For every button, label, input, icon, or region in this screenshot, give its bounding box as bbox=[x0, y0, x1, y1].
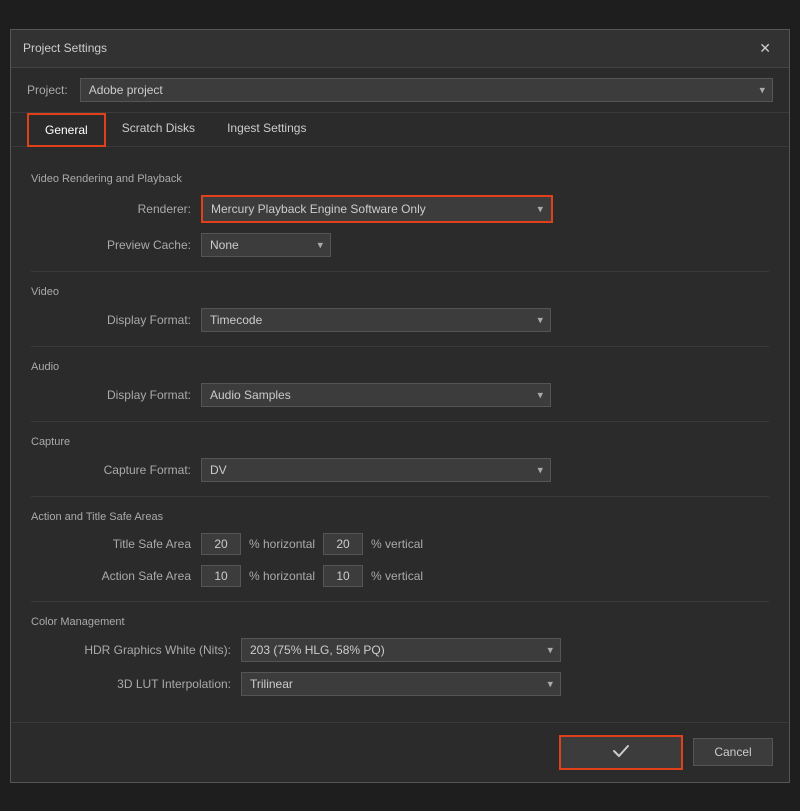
tab-general[interactable]: General bbox=[27, 113, 106, 147]
video-display-format-label: Display Format: bbox=[51, 313, 191, 327]
dialog-footer: Cancel bbox=[11, 722, 789, 782]
title-safe-h-unit: % horizontal bbox=[249, 537, 315, 551]
video-display-format-row: Display Format: Timecode Frames Feet + F… bbox=[31, 308, 769, 332]
renderer-select[interactable]: Mercury Playback Engine Software Only Me… bbox=[203, 197, 551, 221]
audio-display-format-row: Display Format: Audio Samples Millisecon… bbox=[31, 383, 769, 407]
project-select-wrapper: Adobe project bbox=[80, 78, 773, 102]
lut-label: 3D LUT Interpolation: bbox=[51, 677, 231, 691]
project-row: Project: Adobe project bbox=[11, 68, 789, 113]
divider-3 bbox=[31, 421, 769, 422]
renderer-select-wrapper: Mercury Playback Engine Software Only Me… bbox=[201, 195, 553, 223]
preview-cache-label: Preview Cache: bbox=[51, 238, 191, 252]
hdr-row: HDR Graphics White (Nits): 203 (75% HLG,… bbox=[31, 638, 769, 662]
section-audio-header: Audio bbox=[31, 361, 769, 373]
tab-content: Video Rendering and Playback Renderer: M… bbox=[11, 147, 789, 722]
hdr-label: HDR Graphics White (Nits): bbox=[51, 643, 231, 657]
ok-button[interactable] bbox=[559, 735, 683, 770]
cancel-button[interactable]: Cancel bbox=[693, 738, 773, 766]
lut-select-wrapper: Trilinear Tetrahedral bbox=[241, 672, 561, 696]
action-safe-horizontal-input[interactable] bbox=[201, 565, 241, 587]
close-button[interactable]: ✕ bbox=[753, 38, 777, 59]
preview-cache-select-wrapper: None I-Frame Only MPEG MPEG bbox=[201, 233, 331, 257]
video-display-format-select-wrapper: Timecode Frames Feet + Frames Millisecon… bbox=[201, 308, 551, 332]
audio-display-format-label: Display Format: bbox=[51, 388, 191, 402]
renderer-row: Renderer: Mercury Playback Engine Softwa… bbox=[31, 195, 769, 223]
section-color-management-header: Color Management bbox=[31, 616, 769, 628]
preview-cache-select[interactable]: None I-Frame Only MPEG MPEG bbox=[201, 233, 331, 257]
tab-ingest-settings[interactable]: Ingest Settings bbox=[211, 113, 322, 146]
hdr-select[interactable]: 203 (75% HLG, 58% PQ) 100 203 400 1000 bbox=[241, 638, 561, 662]
audio-display-format-select-wrapper: Audio Samples Milliseconds bbox=[201, 383, 551, 407]
capture-format-row: Capture Format: DV HDV bbox=[31, 458, 769, 482]
divider-5 bbox=[31, 601, 769, 602]
hdr-select-wrapper: 203 (75% HLG, 58% PQ) 100 203 400 1000 bbox=[241, 638, 561, 662]
capture-format-label: Capture Format: bbox=[51, 463, 191, 477]
section-capture-header: Capture bbox=[31, 436, 769, 448]
tabs-bar: General Scratch Disks Ingest Settings bbox=[11, 113, 789, 147]
section-video-rendering-header: Video Rendering and Playback bbox=[31, 173, 769, 185]
capture-format-select[interactable]: DV HDV bbox=[201, 458, 551, 482]
title-safe-v-unit: % vertical bbox=[371, 537, 423, 551]
lut-row: 3D LUT Interpolation: Trilinear Tetrahed… bbox=[31, 672, 769, 696]
title-safe-area-row: Title Safe Area % horizontal % vertical bbox=[31, 533, 769, 555]
tab-scratch-disks[interactable]: Scratch Disks bbox=[106, 113, 211, 146]
section-video-header: Video bbox=[31, 286, 769, 298]
preview-cache-row: Preview Cache: None I-Frame Only MPEG MP… bbox=[31, 233, 769, 257]
title-safe-horizontal-input[interactable] bbox=[201, 533, 241, 555]
lut-select[interactable]: Trilinear Tetrahedral bbox=[241, 672, 561, 696]
action-safe-area-label: Action Safe Area bbox=[51, 569, 191, 583]
action-safe-v-unit: % vertical bbox=[371, 569, 423, 583]
title-bar: Project Settings ✕ bbox=[11, 30, 789, 68]
action-safe-area-row: Action Safe Area % horizontal % vertical bbox=[31, 565, 769, 587]
title-safe-vertical-input[interactable] bbox=[323, 533, 363, 555]
divider-4 bbox=[31, 496, 769, 497]
project-select[interactable]: Adobe project bbox=[80, 78, 773, 102]
action-safe-vertical-input[interactable] bbox=[323, 565, 363, 587]
renderer-label: Renderer: bbox=[51, 202, 191, 216]
action-safe-h-unit: % horizontal bbox=[249, 569, 315, 583]
divider-1 bbox=[31, 271, 769, 272]
project-settings-dialog: Project Settings ✕ Project: Adobe projec… bbox=[10, 29, 790, 783]
video-display-format-select[interactable]: Timecode Frames Feet + Frames Millisecon… bbox=[201, 308, 551, 332]
divider-2 bbox=[31, 346, 769, 347]
section-safe-areas-header: Action and Title Safe Areas bbox=[31, 511, 769, 523]
project-label: Project: bbox=[27, 83, 68, 97]
capture-format-select-wrapper: DV HDV bbox=[201, 458, 551, 482]
title-safe-area-label: Title Safe Area bbox=[51, 537, 191, 551]
dialog-title: Project Settings bbox=[23, 41, 107, 55]
audio-display-format-select[interactable]: Audio Samples Milliseconds bbox=[201, 383, 551, 407]
